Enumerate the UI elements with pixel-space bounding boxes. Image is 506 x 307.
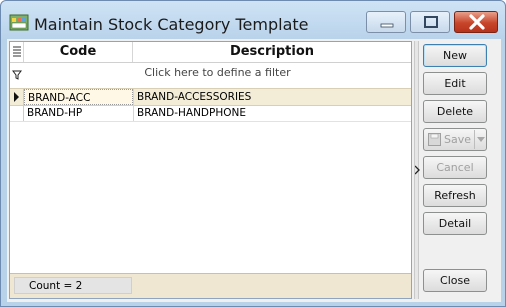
app-window: Maintain Stock Category Template Code De… [0,0,506,307]
save-button[interactable]: Save [423,128,487,151]
panel-splitter[interactable] [414,41,420,299]
list-icon [13,46,21,57]
grid-footer: Count = 2 [10,273,411,298]
edit-button[interactable]: Edit [423,72,487,95]
minimize-icon [380,23,394,28]
new-button[interactable]: New [423,44,487,67]
refresh-button[interactable]: Refresh [423,184,487,207]
cancel-button-label: Cancel [436,161,474,174]
detail-button-label: Detail [438,217,472,230]
grid-header: Code Description [10,42,411,63]
chevron-down-icon[interactable] [477,137,485,143]
record-count: Count = 2 [14,277,132,294]
refresh-button-label: Refresh [434,189,476,202]
maximize-button[interactable] [410,11,450,33]
filter-row[interactable]: Click here to define a filter [10,63,411,87]
table-row[interactable]: BRAND-ACC BRAND-ACCESSORIES [10,88,411,106]
close-icon [469,14,485,30]
cell-description[interactable]: BRAND-HANDPHONE [133,105,411,121]
cell-code[interactable]: BRAND-HP [24,105,133,121]
category-grid[interactable]: Code Description Click here to define a … [9,41,412,299]
title-bar[interactable]: Maintain Stock Category Template [1,1,505,41]
row-indicator [10,105,24,121]
save-button-label: Save [444,133,472,146]
column-chooser-button[interactable] [10,42,24,62]
table-row[interactable]: BRAND-HP BRAND-HANDPHONE [10,105,411,122]
minimize-button[interactable] [366,11,406,33]
current-row-arrow-icon [14,92,19,102]
edit-button-label: Edit [444,77,466,90]
delete-button[interactable]: Delete [423,100,487,123]
app-icon [9,14,29,31]
column-header-code[interactable]: Code [24,42,133,62]
window-title: Maintain Stock Category Template [34,15,309,34]
filter-icon [12,70,22,80]
close-button-label: Close [440,274,470,287]
close-window-button[interactable] [454,11,498,33]
new-button-label: New [443,49,467,62]
close-button[interactable]: Close [423,269,487,292]
cell-code[interactable]: BRAND-ACC [24,89,133,105]
detail-button[interactable]: Detail [423,212,487,235]
split-divider [474,130,475,149]
filter-hint: Click here to define a filter [144,66,291,79]
delete-button-label: Delete [436,105,474,118]
cancel-button[interactable]: Cancel [423,156,487,179]
row-indicator [10,89,24,105]
maximize-icon [424,16,438,28]
chevron-right-icon [415,165,420,175]
save-icon [428,133,441,146]
cell-description[interactable]: BRAND-ACCESSORIES [133,89,411,105]
column-header-description[interactable]: Description [133,42,411,62]
